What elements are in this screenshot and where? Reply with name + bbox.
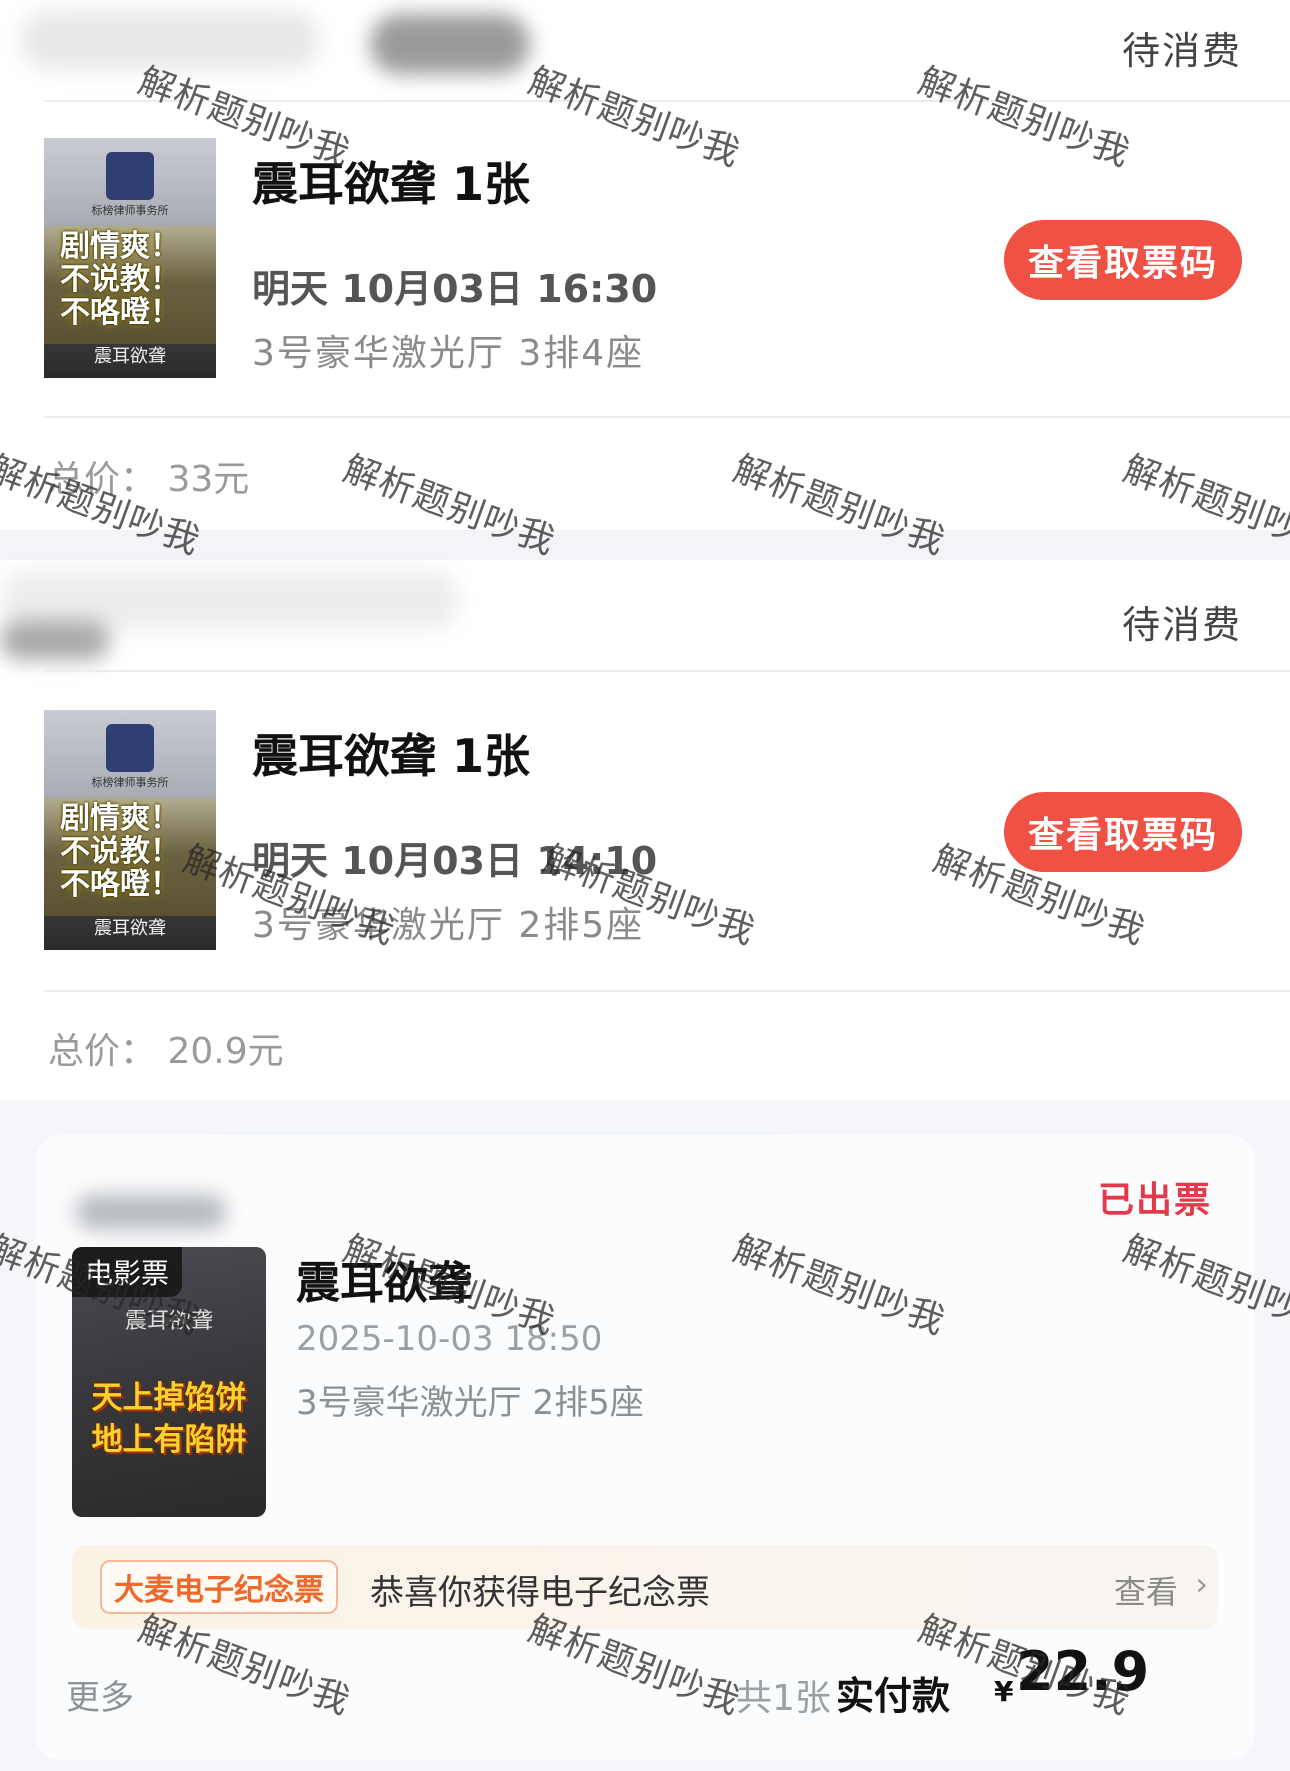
ticket-status: 已出票 [1097, 1180, 1212, 1221]
damai-souvenir-tag: 大麦电子纪念票 [100, 1560, 338, 1614]
movie-ticket-tag: 电影票 [72, 1247, 182, 1297]
poster-slogan-line: 剧情爽！ [60, 229, 180, 264]
blurred-shop-name [370, 14, 530, 74]
blurred-shop-name [0, 620, 110, 660]
seat-info: 3号豪华激光厅 3排4座 [252, 333, 645, 374]
order-status: 待消费 [1121, 603, 1242, 647]
poster-slogan: 剧情爽！ 不说教！ 不咯噔！ [60, 230, 180, 329]
total-price: 总价： 33元 [48, 459, 250, 500]
poster-slogan-line: 不咯噔！ [60, 295, 180, 330]
issued-ticket-card[interactable]: 已出票 电影票 震耳欲聋 天上掉馅饼 地上有陷阱 震耳欲聋 2025-10-03… [36, 1135, 1254, 1760]
currency-symbol: ¥ [994, 1675, 1014, 1708]
poster-firm: 标榜律师事务所 [91, 204, 169, 217]
poster-title: 震耳欲聋 [124, 1309, 213, 1334]
poster-signature: 震耳欲聋 [94, 918, 166, 939]
view-ticket-code-button[interactable]: 查看取票码 [1004, 220, 1242, 300]
section-gap [0, 530, 1290, 560]
poster-firm: 标榜律师事务所 [91, 776, 169, 789]
poster-signature: 震耳欲聋 [94, 346, 166, 367]
view-souvenir-link[interactable]: 查看 [1114, 1567, 1178, 1613]
movie-title: 震耳欲聋 1张 [252, 157, 531, 211]
total-price: 总价： 20.9元 [48, 1031, 284, 1072]
poster-slogan-line: 地上有陷阱 [91, 1422, 247, 1458]
order-card-1[interactable]: 待消费 标榜律师事务所 剧情爽！ 不说教！ 不咯噔！ 震耳欲聋 震耳欲聋 1张 … [0, 0, 1290, 530]
movie-poster[interactable]: 标榜律师事务所 剧情爽！ 不说教！ 不咯噔！ 震耳欲聋 [44, 138, 216, 378]
paid-label: 实付款 [836, 1674, 951, 1718]
divider [44, 670, 1290, 672]
poster-slogan-line: 不咯噔！ [60, 867, 180, 902]
view-ticket-code-button[interactable]: 查看取票码 [1004, 792, 1242, 872]
seat-info: 3号豪华激光厅 2排5座 [252, 905, 645, 946]
order-status: 待消费 [1121, 29, 1242, 73]
firm-logo [106, 724, 154, 772]
poster-slogan: 剧情爽！ 不说教！ 不咯噔！ [60, 802, 180, 901]
ticket-count: 共1张 [736, 1678, 831, 1719]
movie-poster[interactable]: 电影票 震耳欲聋 天上掉馅饼 地上有陷阱 [72, 1247, 266, 1517]
movie-title: 震耳欲聋 [296, 1258, 472, 1309]
blurred-shop-name [20, 10, 320, 70]
souvenir-ticket-banner[interactable]: 大麦电子纪念票 恭喜你获得电子纪念票 查看 › [72, 1545, 1218, 1629]
showtime: 明天 10月03日 16:30 [252, 267, 658, 311]
movie-title: 震耳欲聋 1张 [252, 729, 531, 783]
firm-logo [106, 152, 154, 200]
poster-slogan-line: 剧情爽！ [60, 801, 180, 836]
poster-slogan-line: 不说教！ [60, 834, 180, 869]
poster-slogan-line: 不说教！ [60, 262, 180, 297]
divider [44, 416, 1290, 418]
movie-poster[interactable]: 标榜律师事务所 剧情爽！ 不说教！ 不咯噔！ 震耳欲聋 [44, 710, 216, 950]
chevron-right-icon: › [1195, 1565, 1208, 1603]
order-card-2[interactable]: 待消费 标榜律师事务所 剧情爽！ 不说教！ 不咯噔！ 震耳欲聋 震耳欲聋 1张 … [0, 560, 1290, 1100]
showtime: 明天 10月03日 14:10 [252, 839, 658, 883]
paid-amount: 22.9 [1016, 1640, 1150, 1703]
seat-info: 3号豪华激光厅 2排5座 [296, 1383, 644, 1423]
souvenir-message: 恭喜你获得电子纪念票 [370, 1573, 710, 1613]
poster-slogan: 天上掉馅饼 地上有陷阱 [72, 1377, 266, 1461]
blurred-shop-name [76, 1195, 226, 1229]
more-button[interactable]: 更多 [66, 1670, 134, 1719]
divider [44, 990, 1290, 992]
poster-slogan-line: 天上掉馅饼 [91, 1380, 247, 1416]
showtime: 2025-10-03 18:50 [296, 1319, 603, 1359]
divider [44, 100, 1290, 102]
